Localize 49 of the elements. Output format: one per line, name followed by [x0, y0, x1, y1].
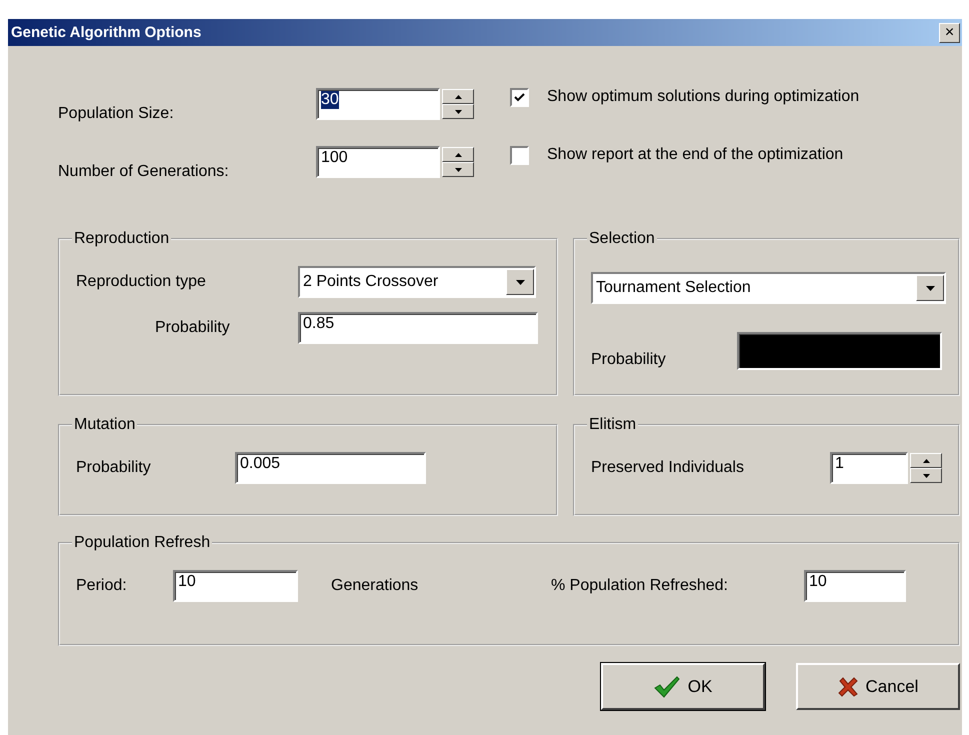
group-title: Population Refresh: [73, 534, 212, 552]
checkbox-label: Show optimum solutions during optimization: [547, 88, 860, 106]
down-arrow-icon: [454, 168, 462, 172]
field-label: Population Size:: [58, 105, 175, 123]
checkmark-icon: [514, 92, 525, 102]
group-title: Selection: [588, 230, 656, 248]
spin-up-button[interactable]: [910, 453, 942, 468]
input-field[interactable]: 1: [830, 452, 908, 484]
field-label: Period:: [76, 577, 128, 595]
up-arrow-icon: [922, 458, 930, 462]
checkbox-label: Show report at the end of the optimization: [547, 146, 844, 164]
checkmark-icon: [654, 676, 680, 698]
field-label: Probability: [591, 351, 667, 369]
checkbox[interactable]: [510, 146, 529, 164]
field-label: Probability: [154, 319, 231, 337]
ok-button[interactable]: OK: [601, 663, 765, 710]
spin-down-button[interactable]: [442, 162, 474, 177]
spin-up-button[interactable]: [442, 147, 474, 162]
unit-label: Generations: [330, 577, 420, 595]
input-field[interactable]: 0.85: [298, 312, 538, 344]
up-arrow-icon: [454, 94, 462, 98]
field-label: Reproduction type: [76, 273, 207, 291]
dropdown[interactable]: Tournament Selection: [591, 272, 946, 304]
checkbox[interactable]: [510, 88, 529, 106]
dropdown-arrow-icon: [516, 280, 524, 284]
dropdown-arrow-icon: [926, 286, 934, 290]
up-arrow-icon: [454, 152, 462, 156]
field-label: % Population Refreshed:: [551, 577, 729, 595]
group-title: Mutation: [73, 416, 136, 434]
group-title: Reproduction: [73, 230, 170, 248]
cross-icon: [838, 676, 858, 696]
dropdown[interactable]: 2 Points Crossover: [298, 266, 536, 298]
close-button[interactable]: ×: [939, 22, 960, 42]
field-label: Number of Generations:: [58, 163, 230, 181]
group-title: Elitism: [588, 416, 638, 434]
input-field[interactable]: 10: [804, 570, 906, 602]
field-label: Preserved Individuals: [591, 459, 745, 477]
input-field[interactable]: 30: [316, 88, 440, 120]
input-field[interactable]: 100: [316, 146, 440, 178]
spin-down-button[interactable]: [442, 104, 474, 119]
input-field[interactable]: 10: [173, 570, 298, 602]
field-label: Probability: [76, 459, 152, 477]
input-field[interactable]: 0.005: [235, 452, 426, 484]
spin-up-button[interactable]: [442, 89, 474, 104]
down-arrow-icon: [922, 474, 930, 478]
cancel-button[interactable]: Cancel: [796, 663, 960, 710]
down-arrow-icon: [454, 110, 462, 114]
spin-down-button[interactable]: [910, 468, 942, 483]
window-title: Genetic Algorithm Options: [11, 24, 202, 41]
